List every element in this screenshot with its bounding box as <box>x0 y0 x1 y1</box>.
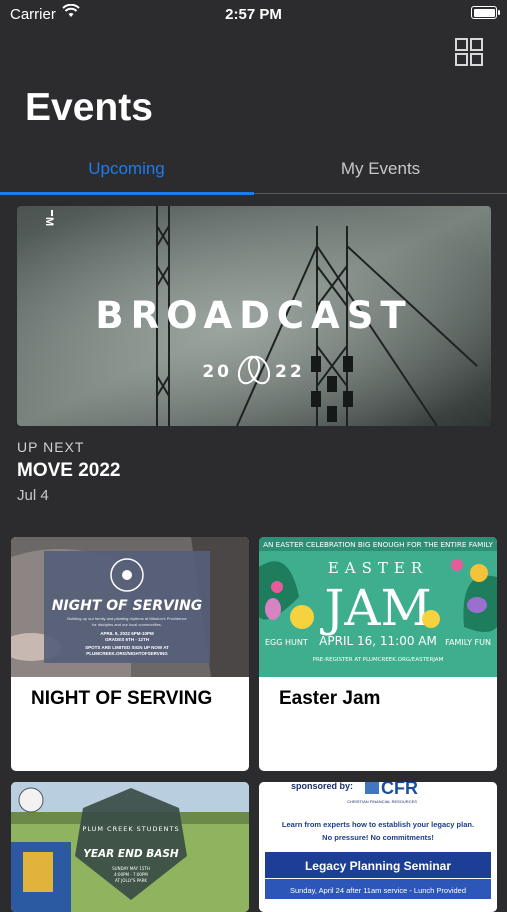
segmented-tabs: Upcoming My Events <box>0 152 507 196</box>
svg-text:AN EASTER CELEBRATION BIG ENOU: AN EASTER CELEBRATION BIG ENOUGH FOR THE… <box>263 540 493 549</box>
year-end-bash-image: PLUM CREEK STUDENTS YEAR END BASH SUNDAY… <box>11 782 249 912</box>
svg-text:CFR: CFR <box>381 782 418 798</box>
svg-text:SUNDAY MAY 15TH: SUNDAY MAY 15TH <box>112 866 150 871</box>
grid-icon[interactable] <box>455 38 483 66</box>
event-card-night-of-serving[interactable]: NIGHT OF SERVING Building up our family … <box>11 537 249 771</box>
battery-icon <box>471 6 500 19</box>
svg-text:EGG HUNT: EGG HUNT <box>265 638 308 647</box>
card-title: NIGHT OF SERVING <box>31 688 213 709</box>
svg-text:NIGHT OF SERVING: NIGHT OF SERVING <box>52 598 203 614</box>
tab-my-events[interactable]: My Events <box>254 152 507 194</box>
status-time: 2:57 PM <box>225 6 282 23</box>
svg-text:FAMILY FUN: FAMILY FUN <box>445 638 491 647</box>
svg-text:CHRISTIAN FINANCIAL RESOURCES: CHRISTIAN FINANCIAL RESOURCES <box>347 799 417 804</box>
event-card-legacy-planning[interactable]: sponsored by: CFR CHRISTIAN FINANCIAL RE… <box>259 782 497 912</box>
event-card-easter-jam[interactable]: AN EASTER CELEBRATION BIG ENOUGH FOR THE… <box>259 537 497 771</box>
svg-text:Building up our family and pla: Building up our family and planting rhyt… <box>67 616 187 621</box>
event-card-year-end-bash[interactable]: PLUM CREEK STUDENTS YEAR END BASH SUNDAY… <box>11 782 249 912</box>
svg-text:M: M <box>43 217 55 226</box>
legacy-planning-image: sponsored by: CFR CHRISTIAN FINANCIAL RE… <box>259 782 497 912</box>
svg-text:APRIL 16, 11:00 AM: APRIL 16, 11:00 AM <box>319 634 437 648</box>
svg-text:for disciples and our local co: for disciples and our local communities. <box>92 622 162 627</box>
cfr-logo-icon <box>365 782 379 794</box>
up-next-date: Jul 4 <box>17 487 49 504</box>
svg-text:PLUMCREEK.ORG/NIGHTOFSERVING: PLUMCREEK.ORG/NIGHTOFSERVING <box>86 651 168 656</box>
chick-icon <box>290 605 314 629</box>
svg-text:PLUM CREEK STUDENTS: PLUM CREEK STUDENTS <box>82 825 179 833</box>
svg-text:4:00PM - 7:00PM: 4:00PM - 7:00PM <box>114 872 148 877</box>
page-title: Events <box>25 86 153 129</box>
featured-event-banner[interactable]: M BROADCAST 20 22 <box>17 206 491 426</box>
up-next-title[interactable]: MOVE 2022 <box>17 460 121 482</box>
svg-text:YEAR END BASH: YEAR END BASH <box>83 848 179 860</box>
svg-text:Sunday, April 24 after 11am se: Sunday, April 24 after 11am service - Lu… <box>290 886 466 895</box>
svg-text:Legacy Planning Seminar: Legacy Planning Seminar <box>305 859 451 873</box>
students-emblem-icon <box>18 787 44 813</box>
svg-text:GRADES 6TH - 12TH: GRADES 6TH - 12TH <box>105 637 149 642</box>
card-title: Easter Jam <box>279 688 381 709</box>
svg-text:APRIL 9, 2022 6PM-10PM: APRIL 9, 2022 6PM-10PM <box>100 631 154 636</box>
svg-text:PRE-REGISTER AT PLUMCREEK.ORG/: PRE-REGISTER AT PLUMCREEK.ORG/EASTERJAM <box>313 657 444 663</box>
hero-title: BROADCAST <box>95 294 412 337</box>
chick-icon <box>422 610 440 628</box>
tab-divider <box>254 193 507 194</box>
broadcast-artwork: M BROADCAST 20 22 <box>17 206 491 426</box>
svg-text:AT JOLLY'S PARK: AT JOLLY'S PARK <box>115 878 147 883</box>
night-of-serving-image: NIGHT OF SERVING Building up our family … <box>11 537 249 677</box>
tab-upcoming[interactable]: Upcoming <box>0 152 253 194</box>
svg-text:No pressure! No commitments!: No pressure! No commitments! <box>322 833 434 842</box>
up-next-label: UP NEXT <box>17 439 85 455</box>
easter-jam-image: AN EASTER CELEBRATION BIG ENOUGH FOR THE… <box>259 537 497 677</box>
svg-text:JAM: JAM <box>319 579 431 637</box>
active-tab-indicator <box>0 192 254 195</box>
svg-text:EASTER: EASTER <box>328 559 428 577</box>
svg-text:Learn from experts how to esta: Learn from experts how to establish your… <box>282 820 474 829</box>
svg-text:sponsored by:: sponsored by: <box>291 782 353 791</box>
svg-text:SPOTS ARE LIMITED SIGN UP NOW: SPOTS ARE LIMITED SIGN UP NOW AT <box>85 645 169 650</box>
hero-year-right: 22 <box>275 362 305 382</box>
status-bar: Carrier 2:57 PM <box>0 0 507 28</box>
hero-year-left: 20 <box>202 362 232 382</box>
